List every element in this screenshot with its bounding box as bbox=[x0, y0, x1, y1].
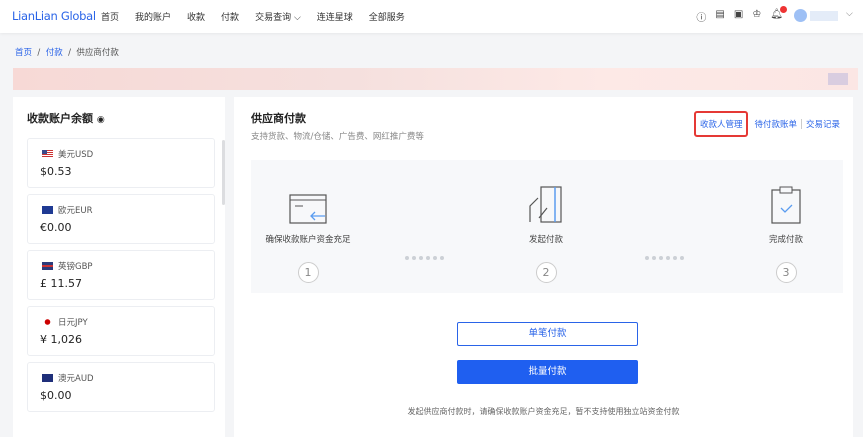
header-icons: ⓘ ▤ ▣ ♔ 🔔︎ bbox=[696, 6, 787, 24]
avatar[interactable] bbox=[794, 9, 807, 22]
step-number: 3 bbox=[775, 262, 797, 283]
banner-action bbox=[828, 73, 848, 85]
page-subtitle: 支持货款、物流/仓储、广告费、网红推广费等 bbox=[251, 132, 424, 142]
step-number: 1 bbox=[297, 262, 319, 283]
page-title: 供应商付款 bbox=[251, 112, 306, 125]
crown-icon[interactable]: ♔ bbox=[752, 9, 761, 24]
logo[interactable]: LianLian Global bbox=[12, 9, 96, 23]
payment-steps: 确保收款账户资金充足 1 发起付款 2 完成付款 3 bbox=[251, 160, 843, 293]
gift-icon[interactable]: ▣ bbox=[734, 9, 743, 24]
balance-card-aud[interactable]: 澳元AUD $0.00 bbox=[27, 362, 215, 412]
breadcrumb: 首页 / 付款 / 供应商付款 bbox=[15, 48, 119, 58]
breadcrumb-current: 供应商付款 bbox=[76, 48, 119, 58]
balance-scrollbar[interactable] bbox=[222, 140, 225, 205]
balance-card-eur[interactable]: 欧元EUR €0.00 bbox=[27, 194, 215, 244]
nav-planet[interactable]: 连连星球 bbox=[317, 10, 353, 23]
single-payment-button[interactable]: 单笔付款 bbox=[457, 322, 638, 346]
currency-amount: £ 11.57 bbox=[40, 277, 82, 290]
help-icon[interactable]: ⓘ bbox=[696, 9, 706, 24]
balance-card-jpy[interactable]: 日元JPY ¥ 1,026 bbox=[27, 306, 215, 356]
main-nav: 首页 我的账户 收款 付款 交易查询 ⌵ 连连星球 全部服务 bbox=[101, 10, 405, 23]
step-label: 发起付款 bbox=[528, 235, 563, 245]
nav-home[interactable]: 首页 bbox=[101, 10, 119, 23]
chevron-down-icon[interactable]: ⌵ bbox=[846, 9, 853, 19]
currency-amount: ¥ 1,026 bbox=[40, 333, 82, 346]
currency-name: 澳元AUD bbox=[58, 374, 94, 384]
eye-icon[interactable]: ◉ bbox=[97, 115, 105, 125]
notice-banner-blurred bbox=[13, 68, 858, 90]
notification-badge bbox=[780, 6, 787, 13]
jp-flag-icon bbox=[42, 318, 53, 326]
step-label: 确保收款账户资金充足 bbox=[265, 235, 351, 245]
balance-panel: 收款账户余额 ◉ 美元USD $0.53 欧元EUR €0.00 英镑GBP £… bbox=[13, 97, 225, 437]
currency-amount: €0.00 bbox=[40, 221, 72, 234]
nav-transactions-label: 交易查询 bbox=[255, 13, 292, 23]
card-transfer-icon bbox=[248, 176, 368, 224]
step-number: 2 bbox=[535, 262, 557, 283]
au-flag-icon bbox=[42, 374, 53, 382]
currency-amount: $0.53 bbox=[40, 165, 72, 178]
username-blurred[interactable] bbox=[810, 11, 838, 21]
supplier-payment-panel: 供应商付款 支持货款、物流/仓储、广告费、网红推广费等 收款人管理 待付款账单 … bbox=[234, 97, 853, 437]
calendar-icon[interactable]: ▤ bbox=[715, 9, 724, 24]
currency-name: 美元USD bbox=[58, 150, 94, 160]
breadcrumb-pay[interactable]: 付款 bbox=[46, 48, 63, 58]
nav-pay[interactable]: 付款 bbox=[221, 10, 239, 23]
step-dots bbox=[405, 256, 444, 260]
eu-flag-icon bbox=[42, 206, 53, 214]
bell-icon[interactable]: 🔔︎ bbox=[770, 6, 787, 24]
pending-bills-link[interactable]: 待付款账单 bbox=[750, 118, 801, 130]
payment-note: 发起供应商付款时，请确保收款账户资金充足，暂不支持使用独立站资金付款 bbox=[407, 407, 680, 416]
step-dots bbox=[645, 256, 684, 260]
top-links: 收款人管理 待付款账单 交易记录 bbox=[693, 111, 844, 137]
transaction-records-link[interactable]: 交易记录 bbox=[802, 118, 844, 130]
balance-title-text: 收款账户余额 bbox=[27, 112, 93, 125]
balance-card-gbp[interactable]: 英镑GBP £ 11.57 bbox=[27, 250, 215, 300]
currency-amount: $0.00 bbox=[40, 389, 72, 402]
clipboard-check-icon bbox=[726, 176, 846, 224]
currency-name: 英镑GBP bbox=[58, 262, 93, 272]
nav-all-services[interactable]: 全部服务 bbox=[369, 10, 405, 23]
step-3: 完成付款 3 bbox=[726, 160, 846, 283]
step-label: 完成付款 bbox=[768, 235, 803, 245]
currency-name: 日元JPY bbox=[58, 318, 88, 328]
gb-flag-icon bbox=[42, 262, 53, 270]
balance-card-usd[interactable]: 美元USD $0.53 bbox=[27, 138, 215, 188]
us-flag-icon bbox=[42, 150, 53, 158]
nav-receive[interactable]: 收款 bbox=[187, 10, 205, 23]
nav-transactions[interactable]: 交易查询 ⌵ bbox=[255, 10, 301, 23]
chevron-down-icon: ⌵ bbox=[293, 13, 301, 23]
batch-payment-button[interactable]: 批量付款 bbox=[457, 360, 638, 384]
payee-management-link[interactable]: 收款人管理 bbox=[693, 111, 749, 137]
hand-card-icon bbox=[486, 176, 606, 224]
top-header: LianLian Global 首页 我的账户 收款 付款 交易查询 ⌵ 连连星… bbox=[0, 0, 863, 33]
balance-title: 收款账户余额 ◉ bbox=[27, 110, 105, 126]
nav-my-account[interactable]: 我的账户 bbox=[135, 10, 171, 23]
currency-name: 欧元EUR bbox=[58, 206, 93, 216]
breadcrumb-home[interactable]: 首页 bbox=[15, 48, 32, 58]
step-2: 发起付款 2 bbox=[486, 160, 606, 283]
step-1: 确保收款账户资金充足 1 bbox=[248, 160, 368, 283]
